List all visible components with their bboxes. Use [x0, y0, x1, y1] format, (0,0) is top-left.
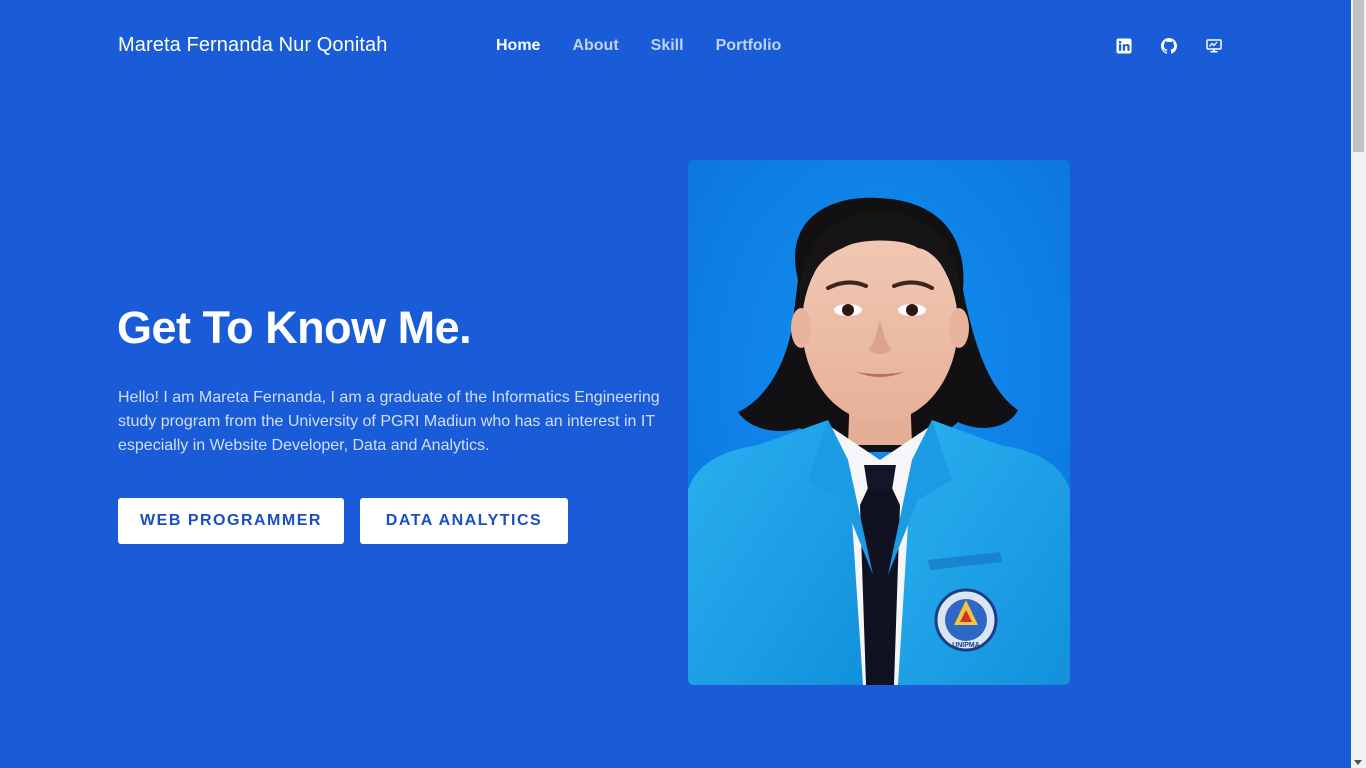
- linkedin-icon[interactable]: [1116, 38, 1132, 54]
- hero-title: Get To Know Me.: [117, 302, 472, 353]
- github-icon[interactable]: [1161, 38, 1177, 54]
- nav-about[interactable]: About: [572, 37, 618, 55]
- nav-skill[interactable]: Skill: [651, 37, 684, 55]
- profile-photo: UNIPMA: [688, 160, 1070, 685]
- unipma-badge-icon: UNIPMA: [934, 588, 998, 652]
- web-programmer-button[interactable]: WEB PROGRAMMER: [118, 498, 344, 544]
- badge-text: UNIPMA: [952, 642, 980, 649]
- hero-description: Hello! I am Mareta Fernanda, I am a grad…: [118, 389, 660, 454]
- scrollbar-thumb[interactable]: [1353, 0, 1364, 152]
- social-links: [1116, 38, 1222, 54]
- main-nav: Home About Skill Portfolio: [496, 37, 813, 55]
- scroll-down-arrow-icon[interactable]: [1354, 760, 1362, 765]
- site-brand[interactable]: Mareta Fernanda Nur Qonitah: [118, 34, 388, 57]
- monitor-icon[interactable]: [1206, 38, 1222, 54]
- nav-home[interactable]: Home: [496, 37, 540, 55]
- nav-portfolio[interactable]: Portfolio: [716, 37, 782, 55]
- data-analytics-button[interactable]: DATA ANALYTICS: [360, 498, 568, 544]
- page-scrollbar[interactable]: [1351, 0, 1366, 768]
- page: Mareta Fernanda Nur Qonitah Home About S…: [0, 0, 1366, 768]
